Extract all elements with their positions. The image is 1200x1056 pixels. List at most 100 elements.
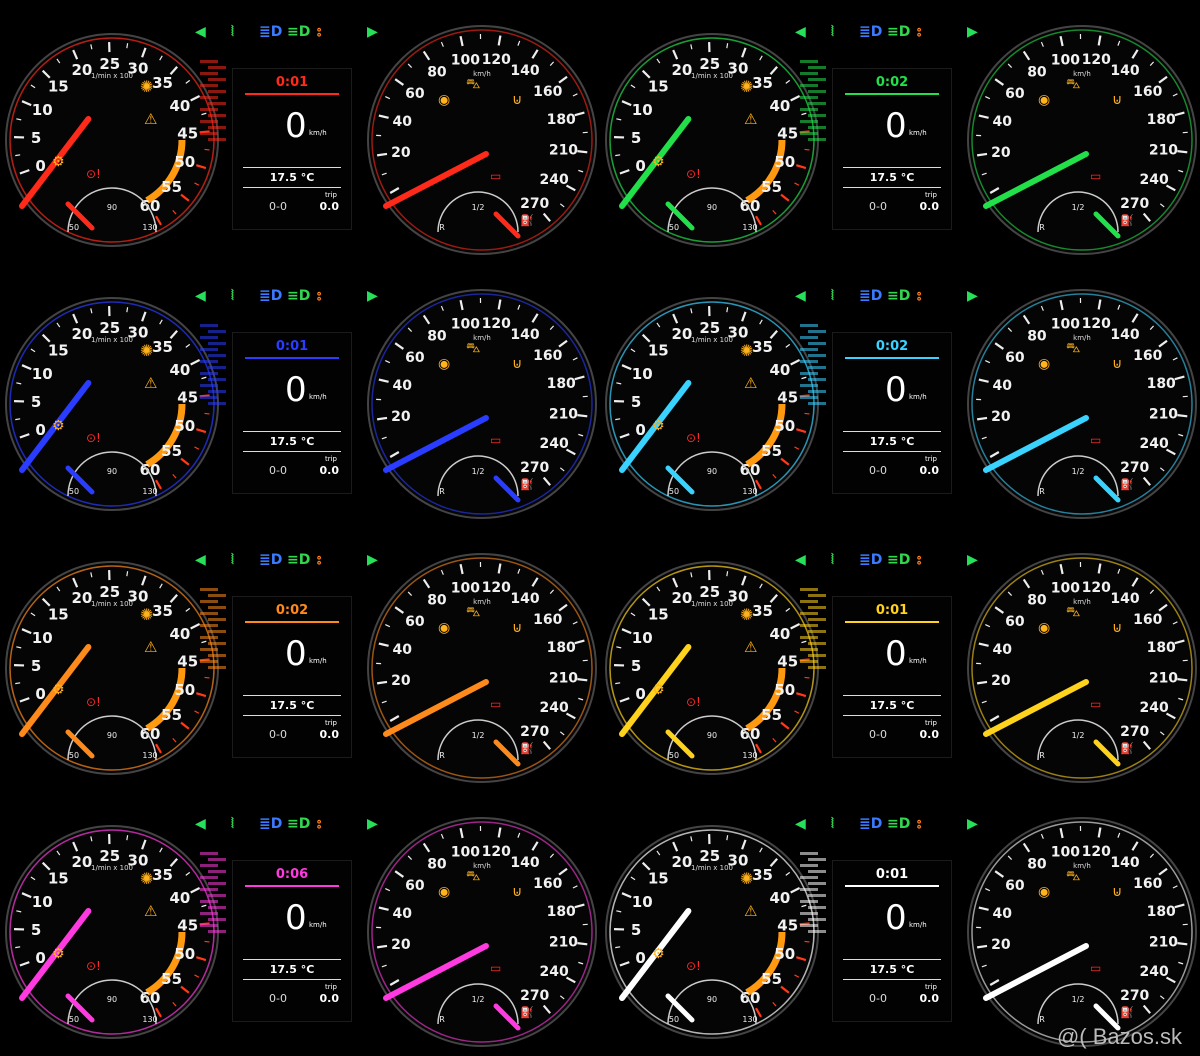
parking-light-icon: ⦚ xyxy=(231,816,234,832)
led-bar-segment xyxy=(808,858,826,861)
tire-pressure-icon: ⊍ xyxy=(512,356,522,372)
odometer-readout: 0-0 xyxy=(869,200,887,213)
outside-temp-readout: 17.5 °C xyxy=(269,171,315,184)
led-bar-segment xyxy=(200,876,218,879)
tach-tick-label: 35 xyxy=(752,866,773,884)
display-divider xyxy=(843,959,941,960)
speedo-tick-label: 180 xyxy=(547,904,576,920)
rear-fog-icon: ⦂ xyxy=(917,24,922,40)
speedo-tick-label: 20 xyxy=(991,409,1011,425)
speedo-tick-label: 100 xyxy=(451,53,480,69)
fuel-gauge-label: R xyxy=(1039,487,1045,496)
speedo-tick xyxy=(577,414,588,418)
speedo-tick-label: 180 xyxy=(547,376,576,392)
speedo-tick-label: 160 xyxy=(533,876,562,892)
led-bar-segment xyxy=(800,84,818,87)
led-bar-segment xyxy=(200,660,218,663)
indicator-lamp-row: ◀ ⦚ ≣D ≡D ⦂ ▶ xyxy=(195,814,405,836)
right-turn-arrow-icon: ▶ xyxy=(367,288,378,304)
led-bar-segment xyxy=(800,588,818,591)
instrument-cluster: 0 5 10 15 20 25 30 35 40 45 50 55 60 1/min x 100 50 90 1… xyxy=(600,528,1200,792)
odometer-readout: 0-0 xyxy=(869,728,887,741)
speedo-tick-label: 140 xyxy=(1110,591,1139,607)
speedo-tick-label: 120 xyxy=(1082,316,1111,332)
digital-speed: 0 xyxy=(885,106,907,146)
digital-speed-unit: km/h xyxy=(309,129,327,137)
led-bar-segment xyxy=(200,612,218,615)
led-bar-segment xyxy=(200,924,218,927)
trip-readout: 0.0 xyxy=(319,464,340,477)
led-bar-segment xyxy=(208,630,226,633)
led-bar-segment xyxy=(808,138,826,141)
led-bar-segment xyxy=(808,90,826,93)
tach-tick-label: 55 xyxy=(161,970,182,988)
fuel-pump-icon: ⛽ xyxy=(520,214,534,227)
led-bar-segment xyxy=(208,654,226,657)
speedo-tick-label: 20 xyxy=(391,673,411,689)
tach-unit-label: 1/min x 100 xyxy=(91,72,133,80)
sun-warning-icon: ✺ xyxy=(740,605,753,624)
temp-gauge-label: 50 xyxy=(69,223,79,232)
speedo-tick-label: 210 xyxy=(1149,143,1178,159)
parking-light-icon: ⦚ xyxy=(231,24,234,40)
tach-tick-label: 35 xyxy=(752,338,773,356)
tach-tick-label: 5 xyxy=(631,393,641,411)
tach-tick-label: 45 xyxy=(177,916,198,934)
led-bar-segment xyxy=(808,666,826,669)
temp-gauge-label: 90 xyxy=(707,731,717,740)
indicator-lamp-row: ◀ ⦚ ≣D ≡D ⦂ ▶ xyxy=(795,286,1005,308)
speedo-tick-label: 100 xyxy=(1051,845,1080,861)
brake-pad-icon: ◉ xyxy=(1038,356,1050,372)
brake-pad-icon: ◉ xyxy=(438,92,450,108)
high-beam-icon: ≣D xyxy=(859,288,883,304)
tach-tick xyxy=(204,148,210,151)
tach-tick xyxy=(804,940,810,943)
brake-warning-icon: ⊙! xyxy=(686,695,701,709)
traction-control-icon: ⛍ xyxy=(1066,76,1080,92)
tach-tick-label: 25 xyxy=(99,847,120,865)
led-bar-segment xyxy=(200,384,218,387)
temp-gauge-label: 130 xyxy=(742,1015,757,1024)
led-bar-segment xyxy=(208,114,226,117)
led-bar-segment xyxy=(800,900,818,903)
tire-pressure-icon: ⊍ xyxy=(1112,92,1122,108)
speedo-tick-label: 120 xyxy=(1082,580,1111,596)
brake-pad-icon: ◉ xyxy=(1038,620,1050,636)
led-bar-segment xyxy=(800,396,818,399)
digital-speed-unit: km/h xyxy=(909,129,927,137)
speedo-tick-label: 240 xyxy=(540,700,569,716)
engine-check-icon: ⚙ xyxy=(652,154,665,170)
clock-underline xyxy=(845,357,939,359)
fuel-gauge-label: 1/2 xyxy=(472,203,485,212)
led-bar-segment xyxy=(208,930,226,933)
tach-tick-label: 15 xyxy=(648,77,669,95)
fuel-gauge-label: 1/2 xyxy=(472,731,485,740)
parking-light-icon: ⦚ xyxy=(831,816,834,832)
tach-tick-label: 50 xyxy=(174,945,195,963)
display-divider xyxy=(243,959,341,960)
outside-temp-readout: 17.5 °C xyxy=(869,171,915,184)
trip-label: trip xyxy=(324,455,337,463)
speedo-tick-label: 160 xyxy=(533,84,562,100)
led-bar-segment xyxy=(808,870,826,873)
right-turn-arrow-icon: ▶ xyxy=(967,816,978,832)
traction-control-icon: ⛍ xyxy=(466,76,480,92)
led-bar-segment xyxy=(808,930,826,933)
tach-tick xyxy=(204,412,210,415)
tach-tick-label: 15 xyxy=(648,605,669,623)
speedo-tick-label: 240 xyxy=(1140,172,1169,188)
fuel-gauge-label: R xyxy=(439,1015,445,1024)
led-bar-segment xyxy=(808,126,826,129)
clock-underline xyxy=(845,885,939,887)
sun-warning-icon: ✺ xyxy=(140,77,153,96)
low-beam-icon: ≡D xyxy=(887,552,911,568)
digital-speed-unit: km/h xyxy=(909,393,927,401)
speedo-tick-label: 180 xyxy=(547,640,576,656)
temp-gauge-label: 130 xyxy=(142,751,157,760)
traction-control-icon: ⛍ xyxy=(466,604,480,620)
speedo-tick-label: 210 xyxy=(549,143,578,159)
tach-unit-label: 1/min x 100 xyxy=(91,336,133,344)
led-bar-segment xyxy=(200,360,218,363)
led-bar-segment xyxy=(800,348,818,351)
digital-speed-unit: km/h xyxy=(909,921,927,929)
